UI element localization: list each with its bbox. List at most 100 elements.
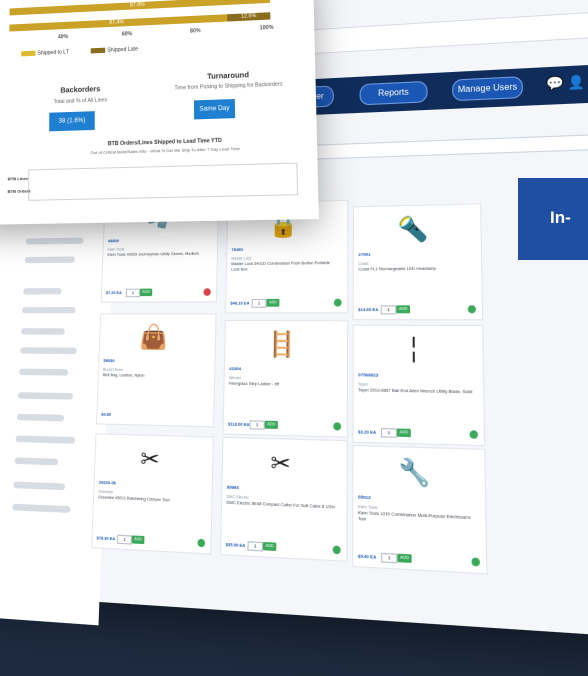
add-to-cart-button[interactable]: ADD bbox=[397, 553, 412, 563]
in-stock-indicator bbox=[333, 298, 342, 307]
in-stock-indicator bbox=[332, 545, 341, 555]
product-description: Greenlee 45011 Ratcheting Crimper Tool bbox=[98, 494, 170, 503]
sidebar-item[interactable] bbox=[17, 392, 74, 400]
product-card[interactable]: ╎ 07068823 Taper Taper 2019-0867 Ball End A… bbox=[352, 324, 486, 447]
product-card[interactable]: 🔦 27001 Coast Coast FL1 Rechargeable LED He… bbox=[352, 203, 484, 321]
legend-label: Shipped Late bbox=[107, 46, 138, 54]
sidebar-item[interactable] bbox=[15, 435, 76, 444]
add-to-cart-button[interactable]: ADD bbox=[262, 541, 277, 551]
backorders-subtitle: Total and % of All Lines bbox=[53, 97, 108, 106]
sidebar-item[interactable] bbox=[22, 307, 76, 314]
product-price: $7.20 EA bbox=[105, 290, 122, 296]
product-sku[interactable]: 07068823 bbox=[358, 372, 378, 378]
add-to-cart-button[interactable]: ADD bbox=[131, 535, 145, 545]
quantity-input[interactable]: 1 bbox=[249, 420, 265, 430]
axis-tick: 60% bbox=[121, 31, 133, 38]
product-image[interactable]: ✂ bbox=[253, 446, 309, 483]
manage-users-button[interactable]: Manage Users bbox=[452, 76, 524, 102]
product-brand: Klein Tools bbox=[107, 247, 125, 252]
quantity-input[interactable]: 1 bbox=[117, 534, 132, 545]
sidebar-item[interactable] bbox=[14, 457, 59, 466]
legend-swatch bbox=[21, 50, 36, 57]
product-sku[interactable]: 59030 bbox=[103, 358, 114, 364]
product-brand: Klein Tools bbox=[357, 504, 378, 511]
bar-label: 87.4% bbox=[109, 19, 124, 26]
report-panel: 87.9% 87.4% 12.6% 40% 60% 80% 100% Shipp… bbox=[0, 0, 319, 225]
banner-text: In- bbox=[550, 208, 571, 227]
quantity-input[interactable]: 1 bbox=[125, 288, 141, 298]
quantity-input[interactable]: 1 bbox=[380, 305, 397, 315]
sidebar-item[interactable] bbox=[21, 328, 66, 335]
product-description: DMC Electric 8E48 Compact Cutter For Sof… bbox=[226, 500, 335, 510]
add-to-cart-button[interactable]: ADD bbox=[264, 420, 278, 429]
legend-label: Shipped to LT bbox=[37, 49, 69, 57]
product-image[interactable]: 🪜 bbox=[255, 328, 310, 362]
add-to-cart-button[interactable]: ADD bbox=[396, 428, 411, 438]
product-price: $35.00 EA bbox=[225, 542, 246, 549]
turnaround-button[interactable]: Same Day bbox=[193, 98, 236, 120]
product-image[interactable]: 🔦 bbox=[385, 212, 442, 247]
chat-icon[interactable]: 💬 bbox=[546, 75, 564, 91]
in-stock-indicator bbox=[471, 557, 481, 567]
sidebar-item[interactable] bbox=[16, 413, 65, 422]
quantity-input[interactable]: 1 bbox=[381, 552, 398, 564]
user-icon[interactable]: 👤 bbox=[567, 74, 585, 90]
product-card[interactable]: 🪜 41004 Werner Fiberglass Step Ladder - 6ft… bbox=[222, 319, 349, 438]
product-image[interactable]: ✂ bbox=[124, 442, 177, 478]
sidebar-item[interactable] bbox=[24, 256, 75, 264]
add-to-cart-button[interactable]: ADD bbox=[139, 288, 153, 297]
quantity-input[interactable]: 1 bbox=[380, 428, 397, 438]
product-sku[interactable]: 48830 bbox=[108, 238, 119, 243]
in-stock-indicator bbox=[467, 305, 477, 314]
product-image[interactable]: 🔧 bbox=[386, 454, 445, 492]
sidebar-item[interactable] bbox=[23, 288, 62, 295]
product-sku[interactable]: 41004 bbox=[229, 366, 241, 372]
product-sku[interactable]: 99993 bbox=[227, 484, 239, 490]
sidebar-item[interactable] bbox=[12, 503, 71, 513]
product-sku[interactable]: 27001 bbox=[358, 251, 370, 257]
product-price: $78.30 EA bbox=[96, 535, 116, 542]
backorders-title: Backorders bbox=[60, 86, 101, 95]
reports-button[interactable]: Reports bbox=[359, 80, 428, 106]
product-price: $118.00 EA bbox=[227, 422, 250, 428]
in-stock-indicator bbox=[333, 422, 342, 431]
out-of-stock-indicator bbox=[203, 288, 211, 296]
product-brand: Greenlee bbox=[98, 489, 114, 495]
product-brand: Master Lock bbox=[231, 256, 252, 261]
product-card[interactable]: 👜 59030 Bucket Boss Belt Bag, Leather, Nylo… bbox=[95, 313, 217, 428]
product-description: Belt Bag, Leather, Nylon bbox=[102, 372, 145, 378]
axis-tick: 40% bbox=[57, 33, 69, 41]
product-price: $3.20 EA bbox=[358, 429, 377, 436]
product-description: Klein Tools 1010 Combination Multi-Purpo… bbox=[357, 510, 471, 522]
product-brand: Coast bbox=[358, 261, 369, 267]
product-card[interactable]: ✂ 99993 DMC Electric DMC Electric 8E48 Comp… bbox=[219, 436, 348, 562]
quantity-input[interactable]: 1 bbox=[251, 298, 267, 308]
quantity-input[interactable]: 1 bbox=[247, 541, 264, 552]
axis-tick: 80% bbox=[190, 27, 201, 35]
product-card[interactable]: 🔧 09012 Klein Tools Klein Tools 1010 Combin… bbox=[352, 444, 488, 575]
product-sku[interactable]: 09012 bbox=[358, 494, 371, 500]
in-stock-indicator bbox=[197, 538, 206, 548]
product-card[interactable]: ✂ 29220-06 Greenlee Greenlee 45011 Ratcheti… bbox=[91, 433, 214, 555]
product-image[interactable]: 👜 bbox=[128, 321, 180, 354]
ytd-table bbox=[28, 162, 299, 201]
product-description: Fiberglass Step Ladder - 6ft bbox=[228, 381, 280, 387]
product-sku[interactable]: 76491 bbox=[231, 247, 243, 253]
sidebar-item[interactable] bbox=[18, 368, 69, 376]
product-description: Taper 2019-0867 Ball End Allen Wrench Ut… bbox=[358, 387, 473, 395]
product-sku[interactable]: 29220-06 bbox=[99, 479, 117, 485]
product-price: $4.80 bbox=[101, 412, 112, 418]
product-brand: Taper bbox=[358, 382, 369, 387]
ytd-row-lines: BTB Lines bbox=[7, 175, 29, 182]
product-price: $9.40 EA bbox=[357, 554, 377, 560]
sidebar-item[interactable] bbox=[25, 237, 84, 245]
sidebar-item[interactable] bbox=[13, 481, 66, 491]
product-description: Master Lock 5401D Combination Push Butto… bbox=[231, 260, 330, 272]
backorders-button[interactable]: 38 (1.6%) bbox=[49, 111, 95, 132]
add-to-cart-button[interactable]: ADD bbox=[396, 305, 411, 314]
sidebar-item[interactable] bbox=[20, 347, 77, 355]
product-image[interactable]: ╎ bbox=[385, 333, 443, 368]
legend-swatch bbox=[90, 47, 106, 54]
add-to-cart-button[interactable]: ADD bbox=[266, 298, 280, 307]
legend-shipped-lt: Shipped to LT bbox=[21, 49, 69, 57]
